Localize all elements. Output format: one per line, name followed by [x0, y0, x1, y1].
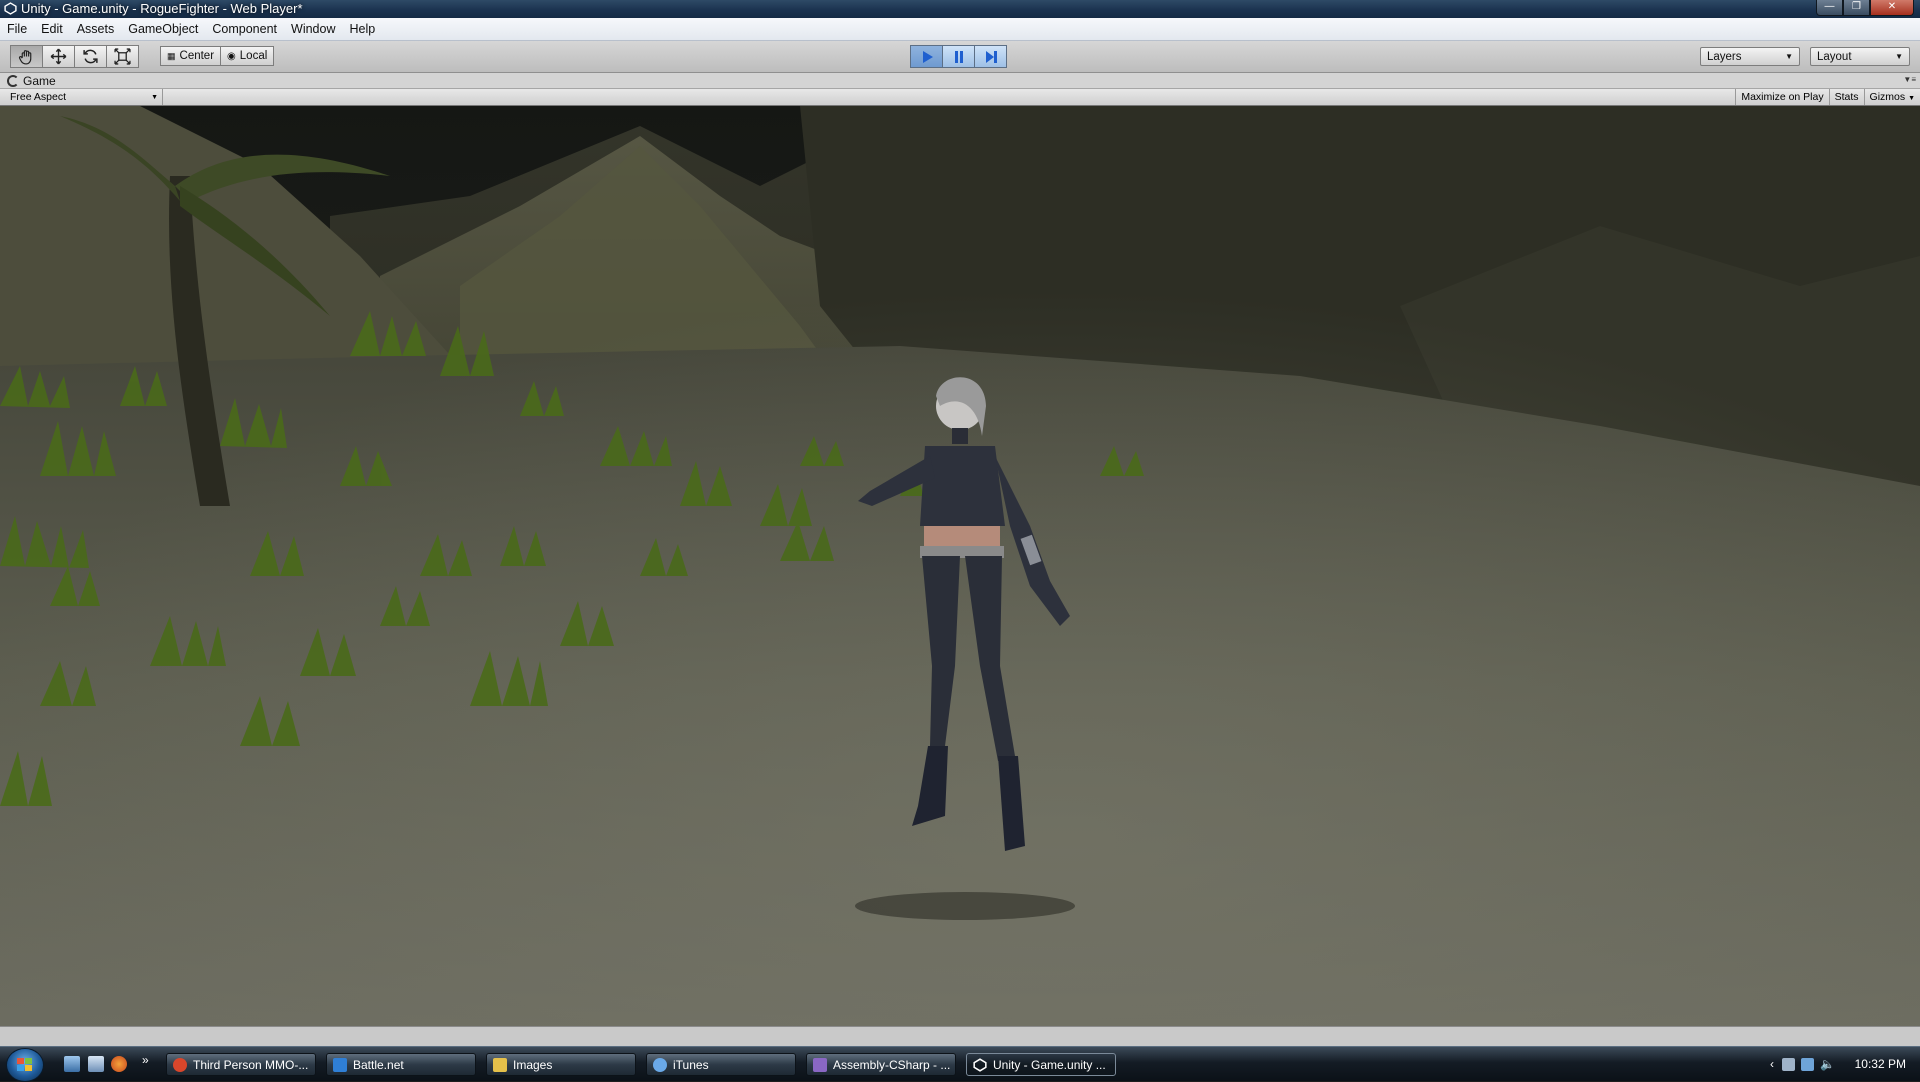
gizmos-label: Gizmos	[1869, 91, 1906, 103]
taskbar-item-label: Third Person MMO-...	[193, 1057, 309, 1072]
pivot-center-button[interactable]: ▦ Center	[160, 46, 222, 66]
stats-toggle[interactable]: Stats	[1828, 89, 1864, 105]
menu-gameobject[interactable]: GameObject	[121, 18, 205, 40]
globe-icon: ◉	[227, 50, 236, 62]
tab-game-label: Game	[23, 73, 56, 88]
itunes-icon	[653, 1057, 667, 1072]
game-viewport[interactable]	[0, 106, 1920, 1026]
step-icon	[985, 50, 997, 63]
windows-logo-icon	[17, 1058, 32, 1071]
taskbar-item-label: Battle.net	[353, 1057, 404, 1072]
menu-edit[interactable]: Edit	[34, 18, 70, 40]
monodevelop-icon	[813, 1057, 827, 1072]
menu-assets[interactable]: Assets	[70, 18, 122, 40]
pivot-local-button[interactable]: ◉ Local	[221, 46, 275, 66]
start-button[interactable]	[6, 1048, 44, 1082]
status-bar	[0, 1026, 1920, 1047]
gizmos-dropdown[interactable]: Gizmos ▼	[1863, 89, 1920, 105]
taskbar-item-label: Images	[513, 1057, 553, 1072]
show-desktop-icon[interactable]	[64, 1056, 80, 1072]
layout-label: Layout	[1817, 50, 1852, 63]
pause-icon	[954, 50, 963, 63]
chevron-down-icon: ▼	[151, 93, 158, 101]
windows-taskbar: » Third Person MMO-... Battle.net Images…	[0, 1046, 1920, 1082]
game-view-icon	[7, 74, 19, 87]
toolbar: ▦ Center ◉ Local Layers ▼ Layout ▼	[0, 41, 1920, 73]
minimize-button[interactable]: —	[1816, 0, 1843, 16]
unity-icon	[973, 1057, 987, 1072]
taskbar-item-itunes[interactable]: iTunes	[646, 1053, 796, 1076]
panel-menu-icon[interactable]: ▼≡	[1903, 75, 1916, 84]
menu-window[interactable]: Window	[284, 18, 342, 40]
menu-bar: File Edit Assets GameObject Component Wi…	[0, 18, 1920, 41]
layers-label: Layers	[1707, 50, 1742, 63]
game-tab-bar: Game ▼≡	[0, 73, 1920, 89]
rotate-tool-button[interactable]	[75, 45, 107, 68]
switch-windows-icon[interactable]	[88, 1056, 104, 1072]
clock[interactable]: 10:32 PM	[1855, 1057, 1906, 1071]
taskbar-item-browser[interactable]: Third Person MMO-...	[166, 1053, 316, 1076]
taskbar-item-images[interactable]: Images	[486, 1053, 636, 1076]
taskbar-item-label: Unity - Game.unity ...	[993, 1057, 1106, 1072]
window-title: Unity - Game.unity - RogueFighter - Web …	[21, 1, 303, 16]
hand-icon	[18, 50, 32, 65]
tab-game[interactable]: Game	[7, 73, 56, 88]
playback-controls	[910, 45, 1007, 68]
move-tool-button[interactable]	[43, 45, 75, 68]
move-arrows-icon	[50, 48, 67, 65]
game-view-controls: Free Aspect ▼ Maximize on Play Stats Giz…	[0, 89, 1920, 106]
menu-help[interactable]: Help	[342, 18, 382, 40]
network-icon[interactable]	[1782, 1057, 1795, 1071]
aspect-label: Free Aspect	[10, 91, 67, 103]
chevron-down-icon: ▼	[1785, 52, 1793, 61]
battlenet-icon	[333, 1057, 347, 1072]
taskbar-item-label: Assembly-CSharp - ...	[833, 1057, 951, 1072]
maximize-on-play-toggle[interactable]: Maximize on Play	[1735, 89, 1828, 105]
pause-button[interactable]	[943, 45, 975, 68]
close-button[interactable]: ✕	[1870, 0, 1914, 16]
menu-file[interactable]: File	[0, 18, 34, 40]
maximize-button[interactable]: ❐	[1843, 0, 1870, 16]
step-button[interactable]	[975, 45, 1007, 68]
folder-icon	[493, 1057, 507, 1072]
taskbar-item-assembly[interactable]: Assembly-CSharp - ...	[806, 1053, 956, 1076]
play-button[interactable]	[910, 45, 943, 68]
pivot-center-label: Center	[179, 50, 215, 62]
tray-expand-icon[interactable]: ‹	[1770, 1057, 1774, 1071]
scale-tool-button[interactable]	[107, 45, 139, 68]
quicklaunch-more-icon[interactable]: »	[142, 1053, 149, 1067]
firefox-icon	[173, 1057, 187, 1072]
taskbar-item-unity[interactable]: Unity - Game.unity ...	[966, 1053, 1116, 1076]
chevron-down-icon: ▼	[1908, 95, 1915, 102]
pivot-local-label: Local	[239, 50, 268, 62]
taskbar-item-label: iTunes	[673, 1057, 709, 1072]
aspect-dropdown[interactable]: Free Aspect ▼	[5, 89, 163, 105]
layers-dropdown[interactable]: Layers ▼	[1700, 47, 1800, 66]
volume-icon[interactable]: 🔈	[1820, 1057, 1835, 1071]
chevron-down-icon: ▼	[1895, 52, 1903, 61]
firefox-icon[interactable]	[111, 1056, 127, 1072]
sync-icon[interactable]	[1801, 1057, 1814, 1071]
game-scene-render	[0, 106, 1920, 1026]
menu-component[interactable]: Component	[205, 18, 284, 40]
transform-tools	[10, 45, 139, 68]
scale-icon	[114, 48, 131, 65]
title-bar: Unity - Game.unity - RogueFighter - Web …	[0, 0, 1920, 18]
layout-dropdown[interactable]: Layout ▼	[1810, 47, 1910, 66]
play-icon	[922, 50, 933, 63]
pivot-icon: ▦	[167, 50, 176, 61]
unity-icon	[4, 2, 17, 15]
taskbar-item-battlenet[interactable]: Battle.net	[326, 1053, 476, 1076]
pivot-controls: ▦ Center ◉ Local	[160, 46, 275, 66]
hand-tool-button[interactable]	[10, 45, 43, 68]
rotate-icon	[83, 49, 98, 64]
